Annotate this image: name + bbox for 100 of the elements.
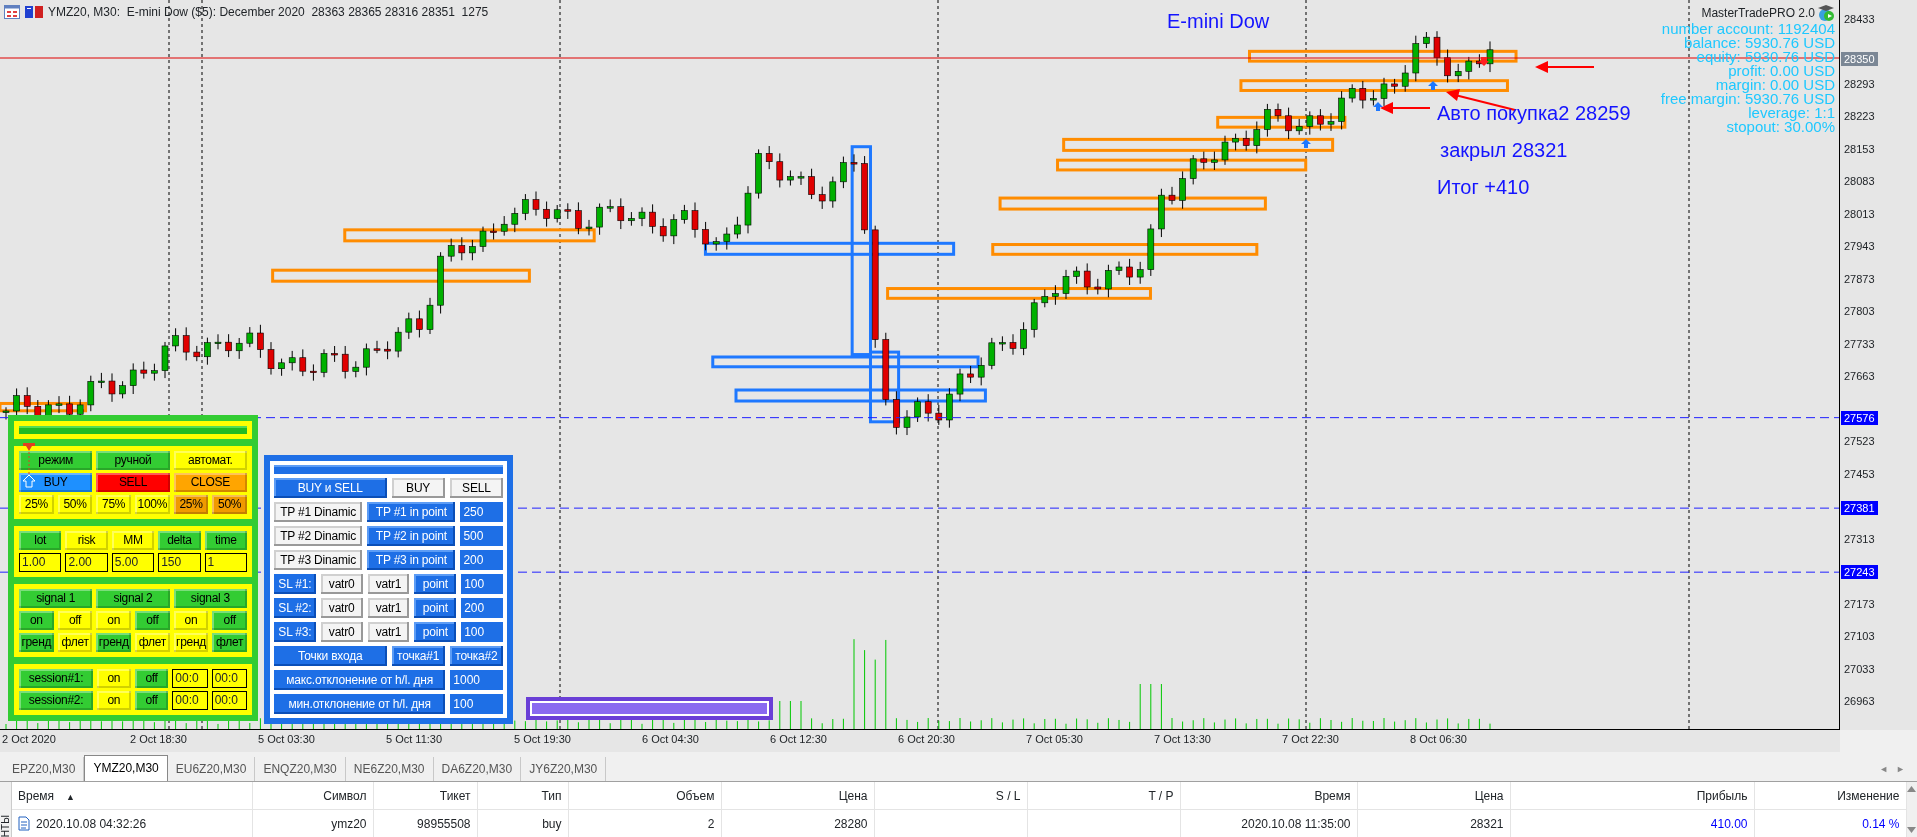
column-header[interactable]: T / P xyxy=(1148,788,1174,803)
panel-button[interactable]: delta xyxy=(158,531,201,550)
chart-tab[interactable]: DA6Z20,M30 xyxy=(433,757,522,781)
option-button[interactable]: точка#2 xyxy=(449,646,503,666)
option-button[interactable]: TP #2 in point xyxy=(367,526,456,546)
option-button[interactable]: точка#1 xyxy=(391,646,445,666)
input-field[interactable]: 1.00 xyxy=(19,553,62,572)
panel-button[interactable]: режим xyxy=(19,451,93,470)
option-button[interactable]: TP #3 in point xyxy=(367,550,456,570)
panel-button[interactable]: off xyxy=(134,691,169,710)
panel-button[interactable]: signal 2 xyxy=(96,589,170,608)
panel-button[interactable]: on xyxy=(173,611,209,630)
time-label: 7 Oct 13:30 xyxy=(1154,732,1212,747)
panel-button[interactable]: off xyxy=(134,669,169,688)
panel-button[interactable]: on xyxy=(19,611,54,630)
panel-button[interactable]: 25% xyxy=(173,495,209,514)
panel-button[interactable]: 100% xyxy=(135,495,170,514)
option-button[interactable]: BUY и SELL xyxy=(274,478,387,498)
panel-button[interactable]: on xyxy=(97,691,131,710)
input-field[interactable]: 5.00 xyxy=(111,553,155,572)
option-button[interactable]: TP #1 Dinamic xyxy=(274,502,363,522)
price-label: 27033 xyxy=(1844,662,1875,676)
option-button[interactable]: BUY xyxy=(391,478,445,498)
input-field[interactable]: 00:0 xyxy=(211,691,247,710)
price-tag: 27381 xyxy=(1841,501,1878,516)
option-button[interactable]: vatr0 xyxy=(320,622,363,642)
panel-button[interactable]: 50% xyxy=(57,495,93,514)
chart-tab[interactable]: NE6Z20,M30 xyxy=(345,757,434,781)
panel-button[interactable]: on xyxy=(96,611,131,630)
input-field[interactable]: 2.00 xyxy=(65,553,108,572)
panel-button[interactable]: off xyxy=(57,611,93,630)
input-field[interactable]: 150 xyxy=(158,553,201,572)
panel-button[interactable]: time xyxy=(204,531,247,550)
column-header[interactable]: Цена xyxy=(838,788,868,803)
input-field[interactable]: 100 xyxy=(450,694,503,714)
panel-button[interactable]: флет xyxy=(57,633,93,652)
column-header[interactable]: Время xyxy=(1314,788,1351,803)
price-label: 26963 xyxy=(1844,695,1875,709)
column-header[interactable]: Прибыль xyxy=(1696,788,1748,803)
column-header[interactable]: Тип xyxy=(541,788,562,803)
input-field[interactable]: 200 xyxy=(460,550,503,570)
panel-button[interactable]: 75% xyxy=(96,495,131,514)
chart-tab[interactable]: ENQZ20,M30 xyxy=(255,757,346,781)
panel-button[interactable]: автомат. xyxy=(173,451,247,470)
column-header[interactable]: Время xyxy=(18,788,55,803)
input-field[interactable]: 200 xyxy=(461,598,503,618)
panel-button[interactable]: session#2: xyxy=(19,691,94,710)
panel-button[interactable]: флет xyxy=(212,633,247,652)
chart-tab[interactable]: YMZ20,M30 xyxy=(84,755,168,781)
panel-button[interactable]: гренд xyxy=(173,633,209,652)
option-button[interactable]: TP #2 Dinamic xyxy=(274,526,363,546)
panel-button[interactable]: флет xyxy=(135,633,170,652)
chart-tab[interactable]: JY6Z20,M30 xyxy=(521,757,607,781)
panel-button[interactable]: risk xyxy=(65,531,108,550)
column-header[interactable]: Символ xyxy=(323,788,367,803)
panel-button[interactable]: signal 3 xyxy=(173,589,247,608)
panel-button[interactable]: session#1: xyxy=(19,669,94,688)
input-field[interactable]: 100 xyxy=(461,622,503,642)
option-button[interactable]: vatr1 xyxy=(367,598,410,618)
input-field[interactable]: 00:0 xyxy=(172,669,208,688)
option-button[interactable]: point xyxy=(414,622,457,642)
panel-button[interactable]: 50% xyxy=(212,495,247,514)
setting-label: SL #1: xyxy=(274,574,316,594)
panel-button[interactable]: MM xyxy=(111,531,155,550)
panel-button[interactable]: ручной xyxy=(96,451,170,470)
option-button[interactable]: SELL xyxy=(449,478,503,498)
option-button[interactable]: vatr1 xyxy=(367,622,410,642)
column-header[interactable]: Изменение xyxy=(1837,788,1900,803)
panel-button[interactable]: BUY xyxy=(19,473,93,492)
option-button[interactable]: vatr1 xyxy=(367,574,410,594)
option-button[interactable]: vatr0 xyxy=(320,574,363,594)
panel-button[interactable]: on xyxy=(97,669,131,688)
input-field[interactable]: 1 xyxy=(204,553,247,572)
input-field[interactable]: 250 xyxy=(460,502,503,522)
input-field[interactable]: 100 xyxy=(461,574,503,594)
input-field[interactable]: 00:0 xyxy=(172,691,208,710)
panel-button[interactable]: SELL xyxy=(96,473,170,492)
panel-button[interactable]: CLOSE xyxy=(173,473,247,492)
panel-button[interactable]: гренд xyxy=(96,633,131,652)
option-button[interactable]: point xyxy=(414,574,457,594)
chart-tab[interactable]: EU6Z20,M30 xyxy=(167,757,256,781)
option-button[interactable]: TP #3 Dinamic xyxy=(274,550,363,570)
panel-button[interactable]: 25% xyxy=(19,495,54,514)
input-field[interactable]: 00:0 xyxy=(211,669,247,688)
column-header[interactable]: Объем xyxy=(676,788,715,803)
option-button[interactable]: vatr0 xyxy=(320,598,363,618)
column-header[interactable]: Цена xyxy=(1474,788,1504,803)
panel-button[interactable]: off xyxy=(135,611,170,630)
panel-button[interactable]: off xyxy=(212,611,247,630)
panel-button[interactable]: гренд xyxy=(19,633,54,652)
input-field[interactable]: 1000 xyxy=(450,670,503,690)
price-tag: 27243 xyxy=(1841,565,1878,580)
price-label: 27803 xyxy=(1844,305,1875,319)
option-button[interactable]: point xyxy=(414,598,457,618)
column-header[interactable]: Тикет xyxy=(439,788,471,803)
input-field[interactable]: 500 xyxy=(460,526,503,546)
panel-button[interactable]: signal 1 xyxy=(19,589,93,608)
option-button[interactable]: TP #1 in point xyxy=(367,502,456,522)
panel-button[interactable]: lot xyxy=(19,531,62,550)
column-header[interactable]: S / L xyxy=(995,788,1021,803)
